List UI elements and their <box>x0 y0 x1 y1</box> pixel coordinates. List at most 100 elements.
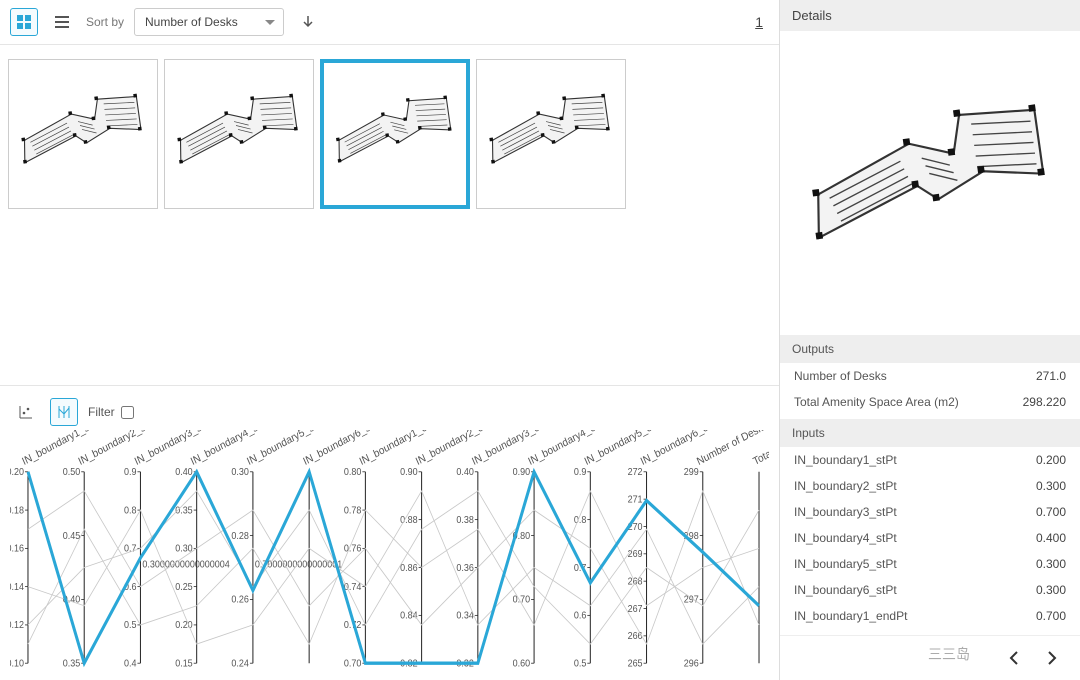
thumbnail-item[interactable] <box>476 59 626 209</box>
svg-text:0.90: 0.90 <box>400 467 417 479</box>
svg-text:296: 296 <box>684 658 699 670</box>
parallel-coords-chart[interactable]: IN_boundary1_stPt0.200.180.160.140.120.1… <box>10 430 769 672</box>
svg-text:0.24: 0.24 <box>231 658 248 670</box>
sort-field-value: Number of Desks <box>145 15 238 29</box>
svg-text:266: 266 <box>628 631 643 643</box>
svg-text:0.6: 0.6 <box>574 610 586 622</box>
thumbnail-item[interactable] <box>164 59 314 209</box>
svg-text:0.20: 0.20 <box>175 620 192 632</box>
svg-text:267: 267 <box>628 603 643 615</box>
kv-value: 0.700 <box>1036 609 1066 623</box>
svg-text:297: 297 <box>684 594 699 606</box>
svg-text:0.10: 0.10 <box>10 658 24 670</box>
svg-text:0.38: 0.38 <box>456 515 473 527</box>
svg-text:0.70: 0.70 <box>513 594 530 606</box>
kv-key: IN_boundary1_endPt <box>794 609 907 623</box>
svg-text:0.60: 0.60 <box>513 658 530 670</box>
filter-toggle[interactable]: Filter <box>88 405 134 419</box>
scatter-icon <box>18 404 34 420</box>
sort-direction-button[interactable] <box>294 8 322 36</box>
svg-text:0.16: 0.16 <box>10 543 24 555</box>
svg-text:0.28: 0.28 <box>231 531 248 543</box>
next-button[interactable] <box>1038 644 1066 672</box>
svg-text:0.3000000000000004: 0.3000000000000004 <box>142 559 229 571</box>
kv-value: 271.0 <box>1036 369 1066 383</box>
svg-text:0.26: 0.26 <box>231 594 248 606</box>
svg-text:0.88: 0.88 <box>400 515 417 527</box>
svg-text:0.8: 0.8 <box>124 505 136 517</box>
svg-text:0.70: 0.70 <box>344 658 361 670</box>
svg-text:0.40: 0.40 <box>175 467 192 479</box>
prev-button[interactable] <box>1000 644 1028 672</box>
svg-text:0.35: 0.35 <box>63 658 80 670</box>
svg-text:0.78: 0.78 <box>344 505 361 517</box>
kv-row: Number of Desks 271.0 <box>780 363 1080 389</box>
svg-text:0.5: 0.5 <box>124 620 136 632</box>
svg-text:0.36: 0.36 <box>456 562 473 574</box>
view-list-button[interactable] <box>48 8 76 36</box>
kv-value: 0.200 <box>1036 453 1066 467</box>
arrow-down-icon <box>300 14 316 30</box>
kv-row: IN_boundary3_stPt 0.700 <box>780 499 1080 525</box>
svg-text:0.50: 0.50 <box>63 467 80 479</box>
kv-key: IN_boundary2_stPt <box>794 479 897 493</box>
svg-text:271: 271 <box>628 494 643 506</box>
kv-value: 0.300 <box>1036 479 1066 493</box>
svg-text:0.18: 0.18 <box>10 505 24 517</box>
chart-panel: Filter IN_boundary1_stPt0.200.180.160.14… <box>0 385 779 680</box>
svg-text:0.4: 0.4 <box>124 658 136 670</box>
svg-text:0.25: 0.25 <box>175 582 192 594</box>
filter-label: Filter <box>88 405 115 419</box>
svg-text:0.30: 0.30 <box>231 467 248 479</box>
inputs-header: Inputs <box>780 419 1080 447</box>
kv-row: IN_boundary1_stPt 0.200 <box>780 447 1080 473</box>
kv-row: IN_boundary5_stPt0.300 <box>780 551 1080 577</box>
details-panel: Details Outputs Number of Desks271.0Tota… <box>780 0 1080 680</box>
arrow-right-icon <box>1044 650 1060 666</box>
kv-row: IN_boundary6_stPt 0.300 <box>780 577 1080 603</box>
kv-key: IN_boundary4_stPt <box>794 531 897 545</box>
svg-text:0.9: 0.9 <box>574 467 586 479</box>
svg-text:299: 299 <box>684 467 699 479</box>
svg-text:0.90: 0.90 <box>513 467 530 479</box>
kv-value: 0.700 <box>1036 505 1066 519</box>
svg-text:0.9: 0.9 <box>124 467 136 479</box>
arrow-left-icon <box>1006 650 1022 666</box>
parallel-icon <box>56 404 72 420</box>
svg-text:0.86: 0.86 <box>400 562 417 574</box>
svg-text:0.5: 0.5 <box>574 658 586 670</box>
scatter-view-button[interactable] <box>12 398 40 426</box>
filter-checkbox[interactable] <box>121 406 134 419</box>
svg-text:0.14: 0.14 <box>10 582 24 594</box>
svg-text:0.34: 0.34 <box>456 610 473 622</box>
kv-key: IN_boundary1_stPt <box>794 453 897 467</box>
toolbar: Sort by Number of Desks 1 <box>0 0 779 45</box>
kv-value: 0.400 <box>1036 531 1066 545</box>
svg-text:0.20: 0.20 <box>10 467 24 479</box>
thumbnail-gallery <box>0 45 779 385</box>
kv-key: Total Amenity Space Area (m2) <box>794 395 959 409</box>
svg-text:0.76: 0.76 <box>344 543 361 555</box>
kv-row: Total Amenity Space Area (m2)298.220 <box>780 389 1080 415</box>
svg-text:0.15: 0.15 <box>175 658 192 670</box>
kv-value: 0.300 <box>1036 583 1066 597</box>
svg-text:265: 265 <box>628 658 643 670</box>
thumbnail-item[interactable] <box>8 59 158 209</box>
page-number[interactable]: 1 <box>749 14 769 30</box>
kv-row: IN_boundary1_endPt 0.700 <box>780 603 1080 629</box>
outputs-header: Outputs <box>780 335 1080 363</box>
sort-field-select[interactable]: Number of Desks <box>134 8 284 36</box>
svg-text:272: 272 <box>628 467 643 479</box>
svg-text:0.40: 0.40 <box>456 467 473 479</box>
kv-key: Number of Desks <box>794 369 887 383</box>
svg-text:269: 269 <box>628 549 643 561</box>
parallel-view-button[interactable] <box>50 398 78 426</box>
kv-key: IN_boundary3_stPt <box>794 505 897 519</box>
grid-icon <box>16 14 32 30</box>
sort-by-label: Sort by <box>86 15 124 29</box>
thumbnail-item-selected[interactable] <box>320 59 470 209</box>
details-preview <box>780 31 1080 331</box>
kv-key: IN_boundary6_stPt <box>794 583 897 597</box>
view-grid-button[interactable] <box>10 8 38 36</box>
svg-text:0.45: 0.45 <box>63 531 80 543</box>
